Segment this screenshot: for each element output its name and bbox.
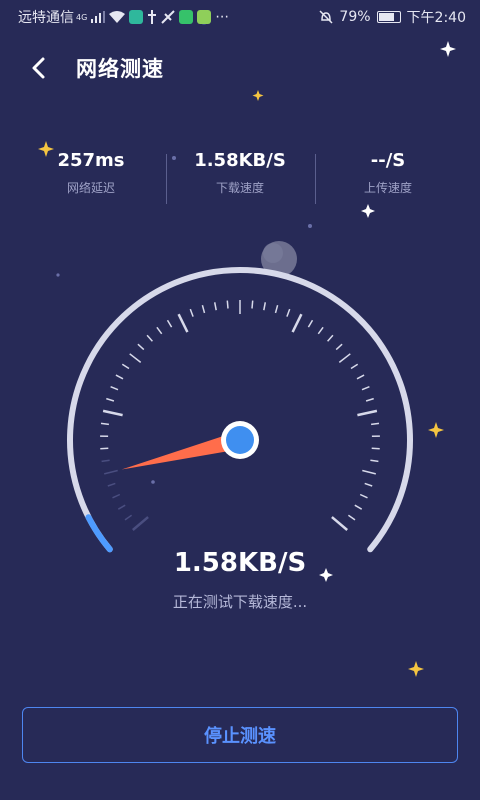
gauge-tick [201,305,206,314]
gauge-tick [213,302,217,311]
gauge-tick [156,326,163,335]
gauge-tick [370,459,379,463]
gauge-tick [100,447,109,450]
gauge-tick [371,422,380,426]
gauge-tick [362,469,376,475]
gauge-major-tick [291,313,303,333]
gauge-tick [121,363,130,370]
gauge-tick [137,343,145,351]
gauge-tick [350,363,359,370]
gauge-tick [189,308,194,317]
gauge-tick [371,447,380,450]
gauge-tick [124,514,133,521]
gauge-tick [106,397,115,402]
stop-test-button[interactable]: 停止测速 [22,707,458,763]
gauge-major-tick [177,313,189,333]
gauge-major-tick [102,409,123,417]
speed-readout: 1.58KB/S [173,548,307,578]
gauge-major-tick [131,516,149,531]
test-status-text: 正在测试下载速度... [172,593,308,611]
gauge-tick [107,482,116,487]
gauge-progress [85,514,113,553]
gauge-tick [335,343,343,351]
gauge-tick [100,422,109,426]
gauge-tick [112,493,121,499]
gauge-tick [263,302,267,311]
gauge-tick [115,374,124,380]
gauge-tick [354,504,363,510]
gauge-tick [110,386,119,391]
gauge-tick [274,305,279,314]
gauge-tick [104,469,118,475]
gauge-tick [101,459,110,463]
gauge-tick [307,319,314,328]
gauge-major-tick [331,516,349,531]
gauge-tick [347,514,356,521]
gauge-tick [146,334,153,342]
speed-gauge [67,266,413,553]
gauge-tick [226,300,229,309]
gauge-tick [286,308,291,317]
gauge-tick [361,386,370,391]
needle-hub [226,426,254,454]
gauge-ticks [100,300,380,531]
gauge-tick [317,326,324,335]
gauge-tick [365,397,374,402]
gauge-tick [251,300,254,309]
gauge-tick [359,493,368,499]
gauge-tick [166,319,173,328]
gauge-tick [338,353,351,363]
gauge-tick [356,374,365,380]
gauge-major-tick [357,409,378,417]
gauge-tick [327,334,334,342]
gauge-tick [364,482,373,487]
gauge-tick [129,353,142,363]
gauge-tick [117,504,126,510]
